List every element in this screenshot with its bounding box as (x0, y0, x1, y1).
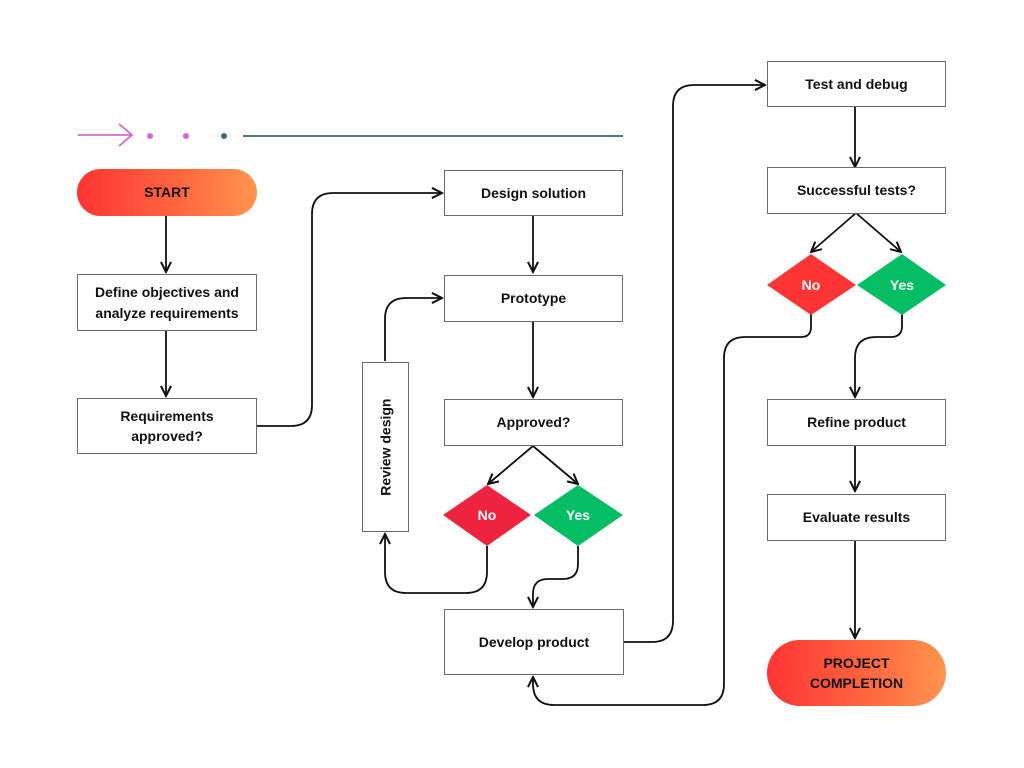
design-solution-node[interactable]: Design solution (444, 170, 623, 216)
test-debug-node[interactable]: Test and debug (767, 61, 946, 107)
approved-label: Approved? (496, 414, 571, 431)
define-objectives-label: Define objectives and analyze requiremen… (95, 284, 239, 321)
evaluate-results-node[interactable]: Evaluate results (767, 494, 946, 541)
decor-dot (147, 133, 153, 139)
requirements-approved-node[interactable]: Requirements approved? (77, 398, 257, 454)
successful-tests-label: Successful tests? (796, 182, 917, 199)
refine-product-label: Refine product (807, 414, 906, 431)
define-objectives-node[interactable]: Define objectives and analyze requiremen… (77, 274, 257, 331)
edge-approved-yes (532, 445, 578, 484)
decor-dot (183, 133, 189, 139)
no-label-approved: No (477, 507, 497, 523)
develop-product-label: Develop product (478, 633, 590, 650)
yes-label-approved: Yes (565, 507, 591, 523)
start-node[interactable]: START (77, 169, 257, 216)
develop-product-node[interactable]: Develop product (444, 609, 624, 675)
edge-yes-refine (855, 314, 903, 397)
test-debug-label: Test and debug (805, 75, 908, 92)
header-decoration (78, 123, 623, 147)
project-completion-node[interactable]: PROJECT COMPLETION (767, 640, 946, 706)
approved-node[interactable]: Approved? (444, 399, 623, 446)
decor-dot (221, 133, 227, 139)
edge-successful-no (811, 212, 857, 252)
design-solution-label: Design solution (481, 184, 586, 201)
prototype-node[interactable]: Prototype (444, 275, 623, 322)
requirements-approved-label: Requirements approved? (120, 407, 214, 444)
edge-successful-yes (855, 212, 901, 252)
edge-req-design (257, 193, 442, 427)
edge-review-prototype (384, 298, 442, 361)
edge-no-review (385, 534, 488, 594)
project-completion-label: PROJECT COMPLETION (809, 654, 904, 691)
edge-yes-develop (533, 546, 579, 607)
edge-develop-test (624, 85, 765, 643)
yes-label-tests: Yes (889, 277, 915, 293)
successful-tests-node[interactable]: Successful tests? (767, 167, 946, 214)
prototype-label: Prototype (500, 290, 567, 307)
review-design-label: Review design (377, 398, 394, 496)
refine-product-node[interactable]: Refine product (767, 399, 946, 446)
no-label-tests: No (801, 277, 821, 293)
edge-approved-no (488, 445, 534, 484)
review-design-node[interactable]: Review design (362, 362, 409, 532)
start-label: START (144, 184, 190, 201)
evaluate-results-label: Evaluate results (802, 509, 911, 526)
